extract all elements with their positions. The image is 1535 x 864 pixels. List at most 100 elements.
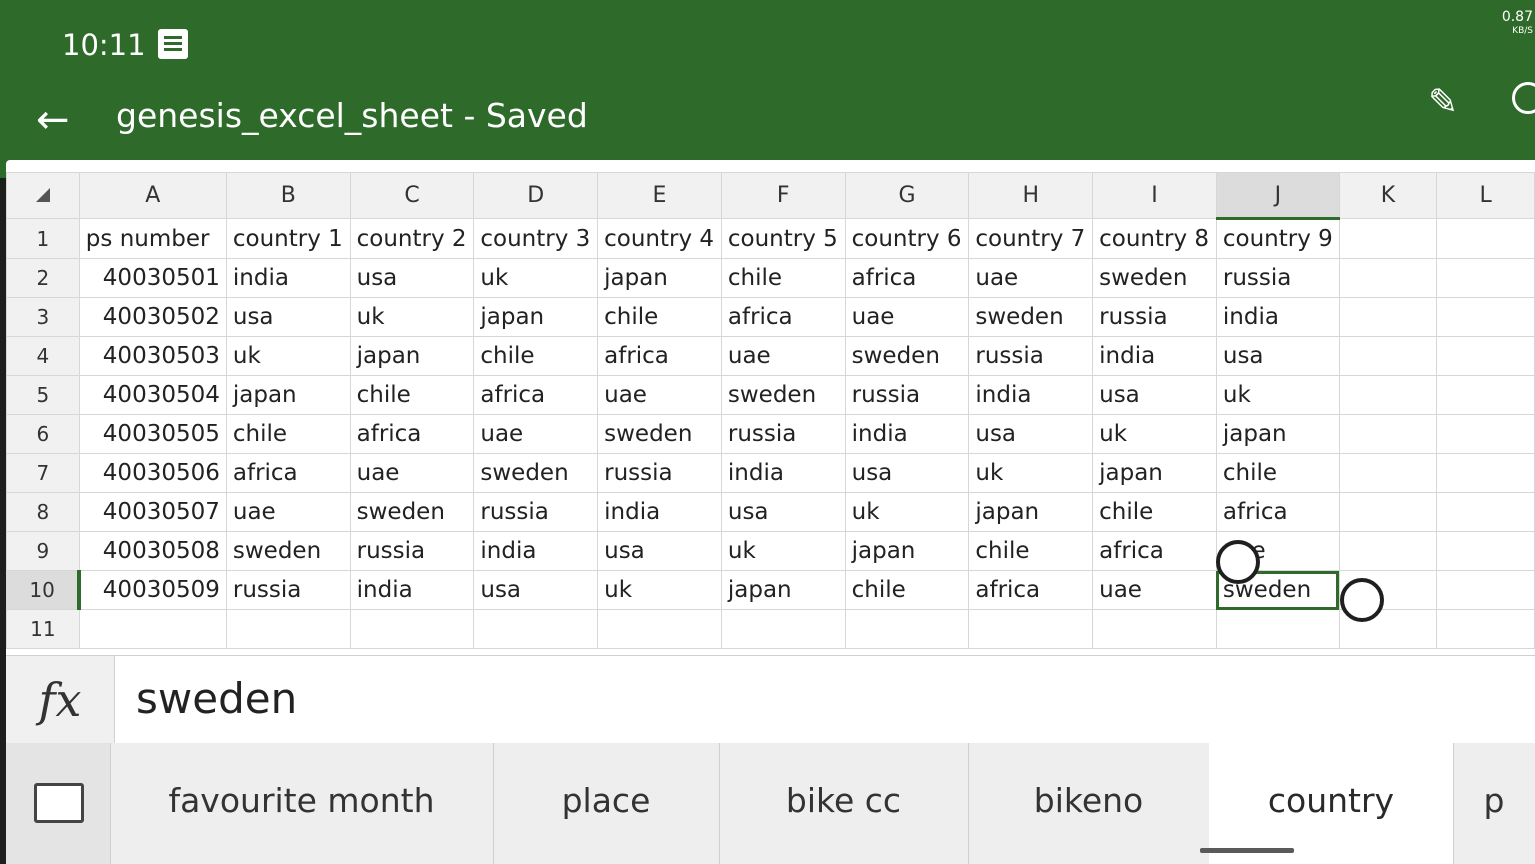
cell[interactable] [1436,609,1535,649]
cell[interactable] [1215,609,1340,649]
cell[interactable] [1436,375,1535,415]
cell[interactable]: uae [597,375,722,415]
cell[interactable]: india [720,453,846,493]
cell[interactable]: country 4 [597,218,722,259]
selection-start-handle[interactable] [1216,540,1260,584]
cell[interactable]: russia [1092,297,1217,337]
column-header[interactable]: H [968,172,1094,219]
select-all-corner[interactable] [6,172,80,219]
cell[interactable] [1436,453,1535,493]
cell[interactable]: uk [349,297,475,337]
cell[interactable]: usa [473,570,599,610]
cell[interactable]: japan [349,336,475,376]
cell[interactable] [1436,531,1535,571]
cell[interactable]: russia [1215,258,1340,298]
cell[interactable] [1436,414,1535,454]
cell[interactable]: sweden [473,453,599,493]
sheet-tab[interactable]: bikeno [968,743,1210,864]
cell[interactable]: india [844,414,970,454]
cell[interactable]: 40030505 [78,414,227,454]
column-header[interactable]: K [1338,172,1438,219]
cell[interactable]: 40030506 [78,453,227,493]
cell[interactable] [1338,336,1438,376]
cell[interactable]: uae [473,414,599,454]
row-header[interactable]: 1 [6,218,80,259]
column-header[interactable]: G [844,172,970,219]
cell[interactable]: chile [225,414,351,454]
row-header[interactable]: 5 [6,375,80,415]
cell[interactable]: chile [844,570,970,610]
pen-edit-icon[interactable]: ✎ [1428,82,1458,123]
cell[interactable]: india [597,492,722,532]
cell[interactable]: sweden [720,375,846,415]
cell[interactable] [1436,336,1535,376]
cell[interactable] [473,609,599,649]
formula-input[interactable]: sweden [136,674,297,723]
sheet-list-toggle[interactable] [6,743,111,864]
cell[interactable]: country 6 [844,218,970,259]
cell[interactable]: chile [597,297,722,337]
cell[interactable]: russia [349,531,475,571]
cell[interactable]: usa [1092,375,1217,415]
cell[interactable] [349,609,475,649]
cell[interactable]: africa [1215,492,1340,532]
cell[interactable]: uae [720,336,846,376]
cell[interactable]: africa [597,336,722,376]
cell[interactable]: 40030501 [78,258,227,298]
sheet-tab[interactable]: bike cc [719,743,969,864]
cell[interactable]: usa [844,453,970,493]
column-header[interactable]: I [1092,172,1217,219]
row-header[interactable]: 4 [6,336,80,376]
cell[interactable] [1338,218,1438,259]
cell[interactable]: 40030507 [78,492,227,532]
row-header[interactable]: 3 [6,297,80,337]
cell[interactable] [1338,297,1438,337]
cell[interactable] [1436,258,1535,298]
cell[interactable]: country 3 [473,218,599,259]
column-header[interactable]: E [597,172,722,219]
cell[interactable] [225,609,351,649]
cell[interactable]: africa [349,414,475,454]
column-header[interactable]: A [78,172,227,219]
cell[interactable]: sweden [844,336,970,376]
row-header[interactable]: 6 [6,414,80,454]
cell[interactable]: ps number [78,218,227,259]
cell[interactable]: russia [597,453,722,493]
cell[interactable]: africa [720,297,846,337]
cell[interactable]: japan [473,297,599,337]
cell[interactable]: chile [349,375,475,415]
cell[interactable]: japan [225,375,351,415]
cell[interactable] [720,609,846,649]
cell[interactable]: india [473,531,599,571]
cell[interactable]: country 9 [1215,218,1340,259]
cell[interactable]: uk [720,531,846,571]
cell[interactable]: india [349,570,475,610]
cell[interactable]: africa [1092,531,1217,571]
cell[interactable]: uk [597,570,722,610]
formula-bar[interactable]: fx sweden [6,655,1535,744]
cell[interactable]: uae [1092,570,1217,610]
cell-table[interactable]: ABCDEFGHIJKL 1 ps number country 1 country … [6,172,1535,649]
row-header[interactable]: 9 [6,531,80,571]
cell[interactable]: uk [225,336,351,376]
sheet-tab[interactable]: p [1453,743,1535,864]
cell[interactable]: sweden [1092,258,1217,298]
sheet-tab[interactable]: place [493,743,720,864]
row-header[interactable]: 8 [6,492,80,532]
sheet-tab[interactable]: favourite month [110,743,494,864]
cell[interactable]: uae [349,453,475,493]
cell[interactable]: 40030508 [78,531,227,571]
cell[interactable]: usa [720,492,846,532]
cell[interactable]: 40030504 [78,375,227,415]
cell[interactable]: 40030509 [78,570,227,610]
cell[interactable] [1436,570,1535,610]
cell[interactable]: japan [968,492,1094,532]
cell[interactable] [1338,453,1438,493]
column-header[interactable]: D [473,172,599,219]
row-header[interactable]: 2 [6,258,80,298]
cell[interactable]: country 2 [349,218,475,259]
cell[interactable]: uae [225,492,351,532]
cell[interactable]: country 7 [968,218,1094,259]
row-header[interactable]: 7 [6,453,80,493]
spreadsheet-grid[interactable]: ABCDEFGHIJKL 1 ps number country 1 country … [6,160,1535,655]
